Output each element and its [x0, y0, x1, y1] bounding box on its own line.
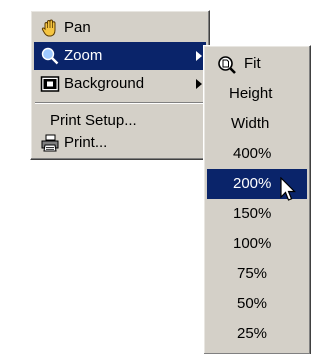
- zoom-submenu: Fit Height Width 400% 200% 150% 100% 75%…: [203, 45, 311, 354]
- menu-item-label: Pan: [64, 19, 91, 36]
- zoom-option-200[interactable]: 200%: [207, 169, 307, 201]
- zoom-option-75[interactable]: 75%: [207, 259, 307, 289]
- zoom-option-150[interactable]: 150%: [207, 199, 307, 229]
- zoom-option-label: 25%: [237, 325, 268, 342]
- zoom-magnifier-icon: [41, 47, 59, 65]
- menu-separator: [35, 102, 205, 104]
- menu-item-label: Print...: [64, 134, 108, 151]
- zoom-option-fit[interactable]: Fit: [207, 49, 307, 79]
- zoom-option-label: 75%: [237, 265, 268, 282]
- zoom-option-label: Height: [229, 85, 273, 102]
- menu-item-pan[interactable]: Pan: [34, 14, 206, 42]
- zoom-option-label: 150%: [233, 205, 272, 222]
- hand-icon: [41, 19, 56, 37]
- zoom-option-label: 50%: [237, 295, 268, 312]
- menu-item-label: Zoom: [64, 47, 103, 64]
- submenu-arrow-icon: [196, 51, 202, 61]
- menu-item-background[interactable]: Background: [34, 70, 206, 98]
- menu-item-print[interactable]: Print...: [34, 129, 206, 157]
- zoom-option-50[interactable]: 50%: [207, 289, 307, 319]
- zoom-option-100[interactable]: 100%: [207, 229, 307, 259]
- menu-item-label: Background: [64, 75, 145, 92]
- submenu-arrow-icon: [196, 79, 202, 89]
- menu-item-zoom[interactable]: Zoom: [34, 42, 206, 70]
- zoom-option-label: 400%: [233, 145, 272, 162]
- printer-icon: [41, 134, 59, 152]
- zoom-option-width[interactable]: Width: [207, 109, 307, 139]
- zoom-option-400[interactable]: 400%: [207, 139, 307, 169]
- zoom-option-label: Fit: [244, 55, 261, 72]
- zoom-option-height[interactable]: Height: [207, 79, 307, 109]
- zoom-option-label: Width: [231, 115, 270, 132]
- zoom-option-25[interactable]: 25%: [207, 319, 307, 349]
- zoom-option-label: 200%: [233, 175, 272, 192]
- zoom-option-label: 100%: [233, 235, 272, 252]
- zoom-fit-icon: [218, 56, 236, 74]
- context-menu: Pan Zoom Background Print Setup... Print…: [30, 10, 210, 160]
- background-icon: [40, 76, 60, 92]
